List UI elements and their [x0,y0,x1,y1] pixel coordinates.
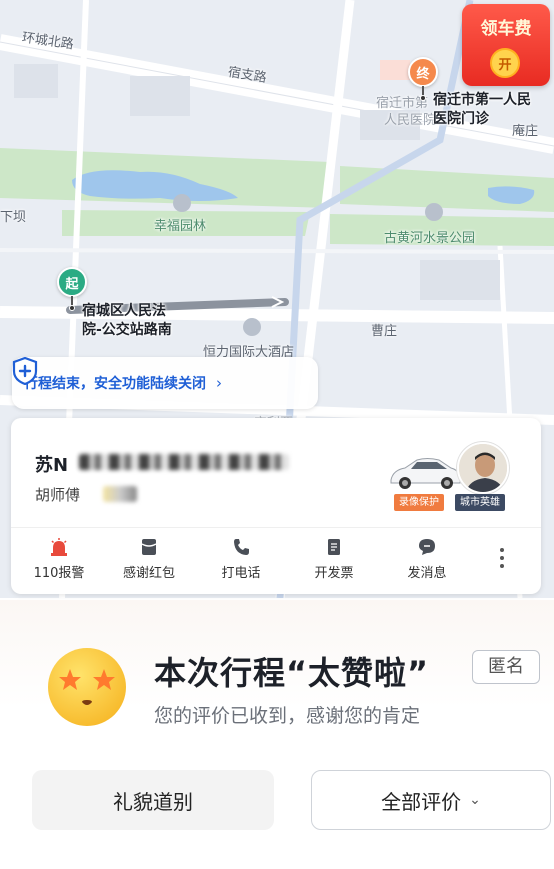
invoice-button[interactable]: 开发票 [290,538,378,581]
start-location-label: 宿城区人民法 院-公交站路南 [82,302,172,340]
star-eyes-emoji-icon [48,648,126,726]
all-reviews-label: 全部评价 [381,789,462,814]
message-button[interactable]: 发消息 [383,538,471,581]
end-marker-dot [420,95,426,101]
start-marker-dot [69,305,75,311]
park-label: 幸福园林 [154,219,207,234]
phone-icon [234,539,249,555]
rating-title: 本次行程“太赞啦” [154,654,430,692]
red-packet-icon [141,539,157,555]
invoice-label: 开发票 [314,566,354,581]
invoice-icon [328,539,340,555]
rating-panel: 本次行程“太赞啦” 匿名 您的评价已收到，感谢您的肯定 礼貌道别 全部评价 ⌄ [0,600,554,869]
start-marker[interactable]: 起 [57,267,87,297]
claim-fee-button[interactable]: 领车费 开 [462,4,550,86]
end-location-line1: 宿迁市第一人民 [433,92,531,108]
thank-red-packet-button[interactable]: 感谢红包 [105,538,193,581]
alarm-label: 110报警 [33,566,85,581]
end-location-line2: 医院门诊 [433,111,489,127]
place-label: 人民医院 [384,113,437,128]
driver-name: 胡师傅 [35,486,81,504]
safety-notice-text: 行程结束，安全功能陆续关闭 [24,376,206,392]
driver-name-redacted [103,486,137,502]
anonymous-badge[interactable]: 匿名 [472,650,540,684]
end-marker[interactable]: 终 [408,57,438,87]
claim-fee-label: 领车费 [480,19,532,39]
coin-icon: 开 [490,48,520,78]
call-label: 打电话 [221,566,261,581]
shield-icon [12,357,38,385]
action-bar: 110报警 感谢红包 打电话 开发票 发消息 [11,538,541,588]
card-divider [11,527,541,528]
license-plate-redacted [79,454,289,470]
polite-farewell-button[interactable]: 礼貌道别 [32,770,274,830]
all-reviews-button[interactable]: 全部评价 ⌄ [311,770,551,830]
rating-subtitle: 您的评价已收到，感谢您的肯定 [154,705,421,727]
chevron-right-icon: › [216,374,222,392]
license-plate: 苏N [35,455,69,476]
red-packet-label: 感谢红包 [122,566,175,581]
safety-notice-bar[interactable]: 行程结束，安全功能陆续关闭 › [12,357,318,409]
driver-avatar[interactable] [457,442,509,494]
end-location-label: 宿迁市第一人民 医院门诊 [433,91,531,129]
record-protection-badge: 录像保护 [394,494,444,511]
car-image [390,458,461,489]
message-label: 发消息 [407,566,447,581]
start-location-line2: 院-公交站路南 [82,322,172,338]
start-location-line1: 宿城区人民法 [82,303,166,319]
alarm-button[interactable]: 110报警 [15,538,103,581]
place-label: 下坝 [0,210,27,225]
park-label: 古黄河水景公园 [384,231,476,246]
call-button[interactable]: 打电话 [197,538,285,581]
more-options-icon[interactable] [495,544,509,576]
message-icon [419,539,435,555]
driver-card: 苏N 胡师傅 录像保护 城市英雄 110报警 感谢红包 打电话 开发票 发消息 [11,418,541,594]
place-label: 曹庄 [371,324,398,339]
driver-photo [459,444,507,492]
city-hero-badge: 城市英雄 [455,494,505,511]
chevron-down-icon: ⌄ [469,792,481,808]
alarm-icon [51,538,67,556]
